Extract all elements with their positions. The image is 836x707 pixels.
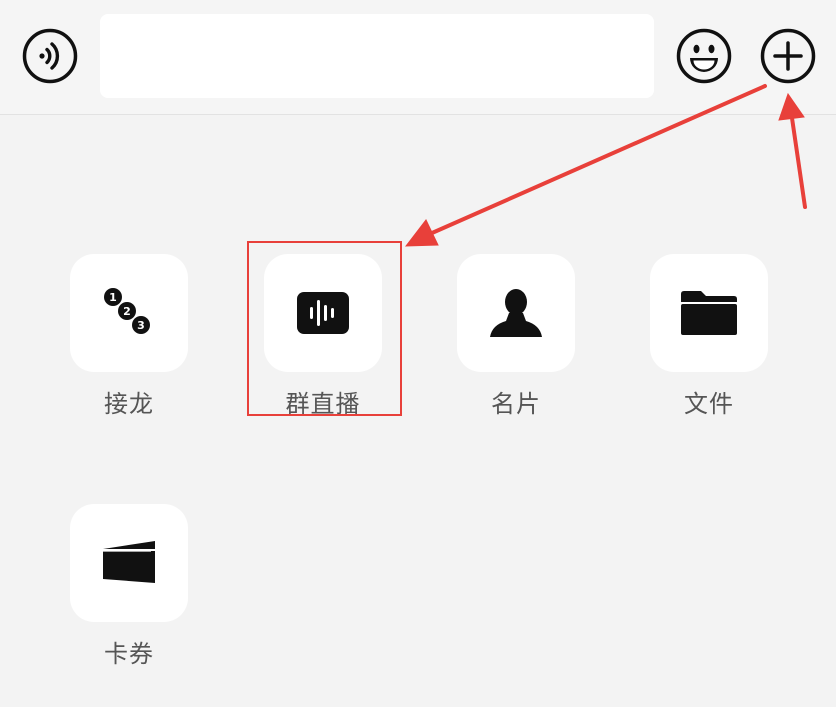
- contact-card-icon: [490, 289, 542, 337]
- plus-icon[interactable]: [760, 28, 816, 84]
- chat-input-bar: [0, 0, 836, 115]
- message-input[interactable]: [100, 14, 654, 98]
- tool-tile-file[interactable]: [650, 254, 768, 372]
- tool-label-coupon: 卡券: [104, 640, 154, 668]
- tool-label-card: 名片: [491, 390, 541, 418]
- tool-card[interactable]: 名片: [457, 254, 575, 419]
- annotation-highlight-box: [247, 241, 402, 416]
- tool-file[interactable]: 文件: [650, 254, 768, 419]
- tool-label-jielong: 接龙: [104, 390, 154, 418]
- tool-jielong[interactable]: 1 2 3 接龙: [70, 254, 188, 419]
- svg-text:3: 3: [137, 319, 145, 332]
- folder-icon: [681, 291, 737, 335]
- numbered-dots-icon: 1 2 3: [104, 288, 150, 334]
- tool-coupon[interactable]: 卡券: [70, 504, 188, 669]
- emoji-icon[interactable]: [676, 28, 732, 84]
- tool-tile-card[interactable]: [457, 254, 575, 372]
- tool-tile-coupon[interactable]: [70, 504, 188, 622]
- chat-screen: 1 2 3 接龙 群直播 名片 文件 卡券: [0, 0, 836, 707]
- tool-label-file: 文件: [684, 390, 734, 418]
- tool-tile-jielong[interactable]: 1 2 3: [70, 254, 188, 372]
- voice-icon[interactable]: [22, 28, 78, 84]
- svg-text:1: 1: [109, 291, 117, 304]
- svg-text:2: 2: [123, 305, 131, 318]
- coupon-wallet-icon: [103, 541, 155, 583]
